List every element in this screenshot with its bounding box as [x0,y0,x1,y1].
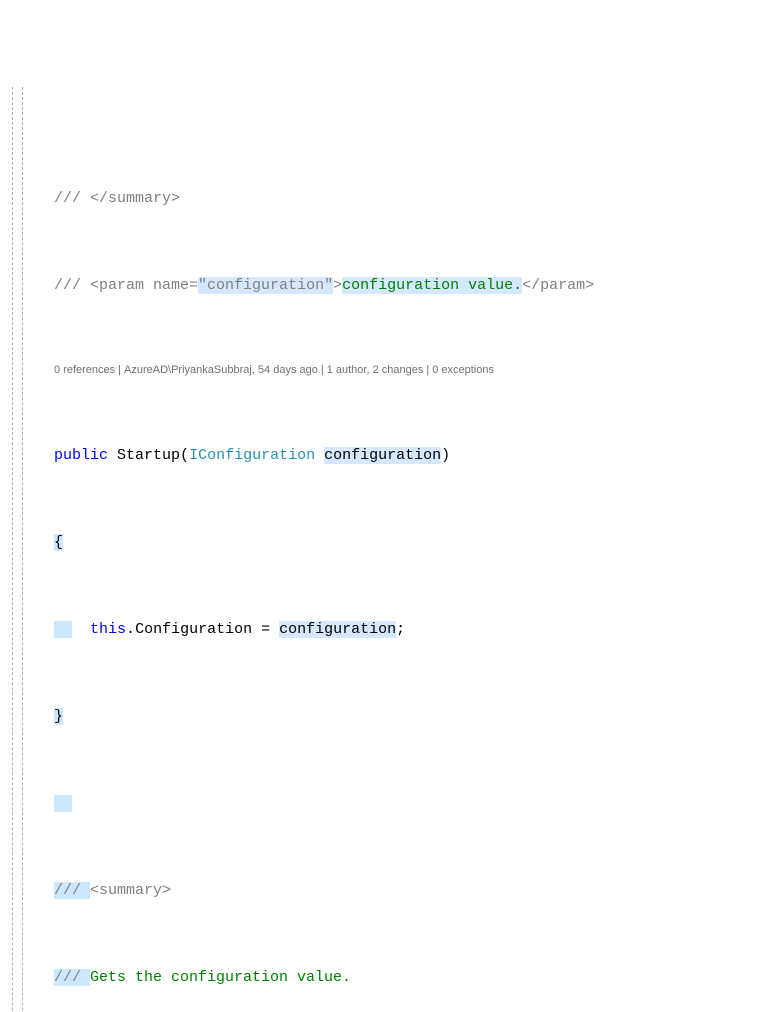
codelens-row-1[interactable]: 0 references|AzureAD\PriyankaSubbraj, 54… [26,362,778,380]
indent-selected: /// [54,882,90,899]
outline-guide-2 [22,87,23,1012]
code-line-truncated: /// </summary> [26,188,778,210]
keyword-this: this [90,621,126,638]
codelens-sep: | [423,364,432,376]
space [315,447,324,464]
outline-guide-1 [12,87,13,1012]
doc-slashes: /// [54,969,90,986]
codelens-references[interactable]: 0 references [54,364,115,376]
code-line-brace-open: { [26,532,778,554]
code-line-ctor-sig: public Startup(IConfiguration configurat… [26,445,778,467]
doc-text: Gets the configuration value. [90,969,351,986]
indent-selected [54,621,72,638]
doc-slashes: /// [54,277,90,294]
paren-close: ) [441,447,450,464]
paren-open: ( [180,447,189,464]
xml-attr: "configuration" [198,277,333,294]
codelens-sep: | [115,364,124,376]
type-iconfiguration: IConfiguration [189,447,315,464]
space [108,447,117,464]
doc-text: configuration value. [342,277,522,294]
code-line-param-doc: /// <param name="configuration">configur… [26,275,778,297]
code-line-doc-summary-open: /// <summary> [26,880,778,902]
doc-slashes: /// [54,882,90,899]
code-line-brace-close: } [26,706,778,728]
param-configuration: configuration [324,447,441,464]
indent-selected: /// [54,969,90,986]
blank-line [26,793,778,815]
xml-open: <param name= [90,277,198,294]
prop-configuration: Configuration [135,621,261,638]
keyword-public: public [54,447,108,464]
dot: . [126,621,135,638]
brace-close: } [54,708,63,725]
space [72,621,90,638]
codelens-sep: | [318,364,327,376]
equals: = [261,621,270,638]
rhs-configuration: configuration [279,621,396,638]
code-line-doc-summary-text: /// Gets the configuration value. [26,967,778,989]
space [270,621,279,638]
xml-summary-open: <summary> [90,882,171,899]
codelens-author[interactable]: AzureAD\PriyankaSubbraj, 54 days ago [124,364,318,376]
code-editor[interactable]: /// </summary> /// <param name="configur… [0,87,778,1012]
codelens-exceptions[interactable]: 0 exceptions [432,364,494,376]
xml-doc-end-summary: /// </summary> [54,190,180,207]
codelens-changes[interactable]: 1 author, 2 changes [327,364,424,376]
ctor-name: Startup [117,447,180,464]
indent-selected [54,795,72,812]
xml-end: </param> [522,277,594,294]
brace-open: { [54,534,63,551]
xml-close-bracket: > [333,277,342,294]
semicolon: ; [396,621,405,638]
code-line-assign: this.Configuration = configuration; [26,619,778,641]
